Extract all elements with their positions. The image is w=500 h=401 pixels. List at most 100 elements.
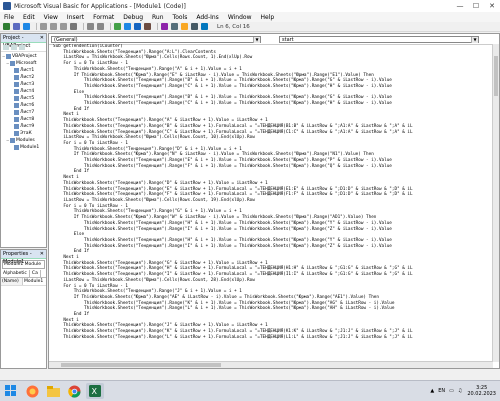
chevron-down-icon[interactable]: ▼	[471, 36, 478, 43]
close-button[interactable]: ✕	[484, 0, 500, 12]
view-excel-icon[interactable]	[3, 23, 10, 30]
menu-item-edit[interactable]: Edit	[23, 14, 35, 21]
project-tree: − VBAProject − Microsoft Лист1 Лист2 Лист3 Лист…	[1, 52, 46, 151]
tree-item[interactable]: Лист9	[2, 123, 46, 130]
toolbox-icon[interactable]	[191, 23, 198, 30]
reset-icon[interactable]	[134, 23, 141, 30]
tree-item-label: ЭтаК	[20, 131, 32, 136]
design-mode-icon[interactable]	[144, 23, 151, 30]
tree-item[interactable]: Лист5	[2, 95, 46, 102]
vba-app-icon	[3, 2, 11, 10]
menu-item-debug[interactable]: Debug	[123, 14, 143, 21]
tree-item[interactable]: Лист7	[2, 109, 46, 116]
menu-item-format[interactable]: Format	[93, 14, 114, 21]
tree-item[interactable]: − Microsoft	[2, 60, 46, 67]
paste-icon[interactable]	[60, 23, 67, 30]
menu-item-window[interactable]: Window	[228, 14, 252, 21]
tree-item[interactable]: ЭтаК	[2, 130, 46, 137]
cut-icon[interactable]	[40, 23, 47, 30]
scroll-thumb[interactable]	[494, 56, 498, 96]
horizontal-scrollbar[interactable]	[49, 361, 493, 368]
module-icon	[10, 61, 15, 66]
toolbar-divider	[36, 23, 37, 30]
tree-item[interactable]: − VBAProject	[2, 53, 46, 60]
project-pane-title-text: Project - VBAProject	[3, 35, 30, 49]
tree-item[interactable]: Лист6	[2, 102, 46, 109]
undo-icon[interactable]	[87, 23, 94, 30]
insert-module-icon[interactable]	[13, 23, 20, 30]
save-icon[interactable]	[23, 23, 30, 30]
menu-item-add-ins[interactable]: Add-Ins	[196, 14, 218, 21]
cursor-position: Ln 6, Col 16	[217, 23, 250, 30]
chrome-icon[interactable]	[65, 383, 83, 399]
window-title: Microsoft Visual Basic for Applications …	[14, 2, 186, 10]
network-icon[interactable]: ▭	[449, 388, 454, 394]
clock[interactable]: 3:25 20.02.2023	[467, 385, 496, 397]
menu-item-view[interactable]: View	[44, 14, 58, 21]
procedure-combo-value: start	[282, 36, 294, 43]
menu-item-file[interactable]: File	[4, 14, 14, 21]
copy-icon[interactable]	[50, 23, 57, 30]
show-hidden-icons-icon[interactable]: ▲	[430, 388, 434, 394]
tree-item[interactable]: Module1	[2, 144, 46, 151]
language-indicator[interactable]: EN	[438, 388, 445, 394]
code-window: (General) ▼ start ▼ Sub getTendention(iC…	[48, 33, 500, 369]
start-button[interactable]	[2, 382, 20, 400]
vertical-scrollbar[interactable]	[492, 44, 499, 362]
properties-tabs: Alphabetic Ca	[1, 270, 46, 278]
module-icon	[14, 96, 19, 101]
menu-item-run[interactable]: Run	[152, 14, 164, 21]
system-tray: ▲ EN ▭ ♫ 3:25 20.02.2023	[426, 385, 500, 397]
taskbar: X ▲ EN ▭ ♫ 3:25 20.02.2023	[0, 380, 500, 401]
properties-pane-title-text: Properties - Module1	[3, 251, 32, 265]
tree-item[interactable]: Лист1	[2, 67, 46, 74]
menu-item-help[interactable]: Help	[260, 14, 274, 21]
module-icon	[14, 110, 19, 115]
help-icon[interactable]	[201, 23, 208, 30]
tree-item[interactable]: − Modules	[2, 137, 46, 144]
tree-item[interactable]: Лист8	[2, 116, 46, 123]
object-browser-icon[interactable]	[181, 23, 188, 30]
module-icon	[14, 145, 19, 150]
run-icon[interactable]	[114, 23, 121, 30]
file-explorer-icon[interactable]	[44, 383, 62, 399]
scroll-thumb[interactable]	[61, 363, 221, 367]
tab-categorized[interactable]: Ca	[30, 270, 41, 277]
tree-item-label: Лист2	[20, 75, 35, 80]
code-editor[interactable]: Sub getTendention(iCounter) ThisWorkbook…	[49, 44, 493, 362]
tree-item[interactable]: Лист4	[2, 88, 46, 95]
menu-item-insert[interactable]: Insert	[67, 14, 84, 21]
procedure-combo[interactable]: start ▼	[279, 35, 479, 43]
svg-text:X: X	[92, 387, 98, 396]
project-explorer: Project - VBAProject ✕ −VBAProject−Micro…	[0, 33, 47, 248]
chevron-down-icon[interactable]: ▼	[253, 36, 260, 43]
project-explorer-icon[interactable]	[161, 23, 168, 30]
tab-alphabetic[interactable]: Alphabetic	[1, 270, 30, 277]
property-value[interactable]: Module1	[23, 278, 43, 285]
object-combo[interactable]: (General) ▼	[51, 35, 261, 43]
tree-item-label: Лист3	[20, 82, 35, 87]
tree-item[interactable]: Лист3	[2, 81, 46, 88]
excel-icon[interactable]: X	[86, 383, 104, 399]
find-icon[interactable]	[70, 23, 77, 30]
module-icon	[14, 68, 19, 73]
tree-item[interactable]: Лист2	[2, 74, 46, 81]
close-icon[interactable]: ✕	[40, 34, 44, 42]
break-icon[interactable]	[124, 23, 131, 30]
properties-object-dropdown[interactable]: Module1 Module	[2, 260, 45, 269]
menu-bar: File Edit View Insert Format Debug Run Tools Add…	[0, 12, 500, 22]
code-line[interactable]: ThisWorkbook.Sheets("Тенденция").Range("…	[53, 335, 493, 341]
firefox-icon[interactable]	[23, 383, 41, 399]
view-object-icon[interactable]	[11, 44, 17, 50]
property-row[interactable]: (Name) Module1	[1, 278, 46, 286]
view-code-icon[interactable]	[3, 44, 9, 50]
properties-icon[interactable]	[171, 23, 178, 30]
redo-icon[interactable]	[97, 23, 104, 30]
volume-icon[interactable]: ♫	[458, 388, 462, 394]
maximize-button[interactable]: ☐	[468, 0, 484, 12]
toggle-folders-icon[interactable]	[19, 44, 25, 50]
minimize-button[interactable]: —	[452, 0, 468, 12]
module-icon	[14, 117, 19, 122]
close-icon[interactable]: ✕	[40, 250, 44, 258]
menu-item-tools[interactable]: Tools	[173, 14, 188, 21]
